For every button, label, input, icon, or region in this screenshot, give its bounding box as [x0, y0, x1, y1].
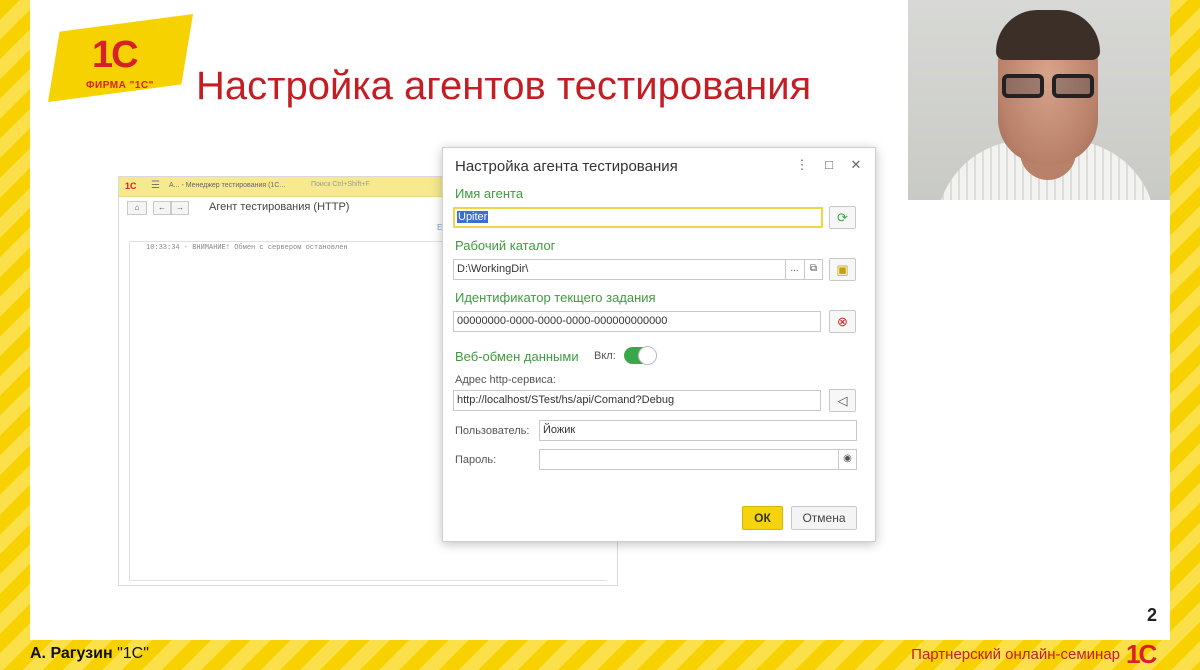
workdir-input[interactable]: D:\WorkingDir\ ... ⧉ [453, 259, 823, 280]
workdir-value: D:\WorkingDir\ [457, 263, 529, 275]
task-id-label: Идентификатор текщего задания [455, 290, 656, 305]
presenter-company: "1С" [117, 645, 149, 662]
logo-1c-text: 1С [92, 34, 139, 76]
logo-caption: ФИРМА "1С" [86, 80, 154, 91]
close-icon[interactable]: ✕ [848, 157, 864, 173]
toggle-label: Вкл: [594, 350, 616, 362]
refresh-button[interactable]: ⟳ [829, 206, 856, 229]
copy-icon[interactable]: ⧉ [804, 260, 822, 279]
dialog-title: Настройка агента тестирования [455, 158, 678, 175]
choose-button[interactable]: ... [785, 260, 803, 279]
send-icon: ◁ [837, 393, 848, 408]
presenter-name: А. Рагузин [30, 645, 113, 662]
http-address-input[interactable]: http://localhost/STest/hs/api/Comand?Deb… [453, 390, 821, 411]
eye-icon[interactable]: ◉ [838, 450, 856, 469]
forward-button[interactable]: → [171, 201, 189, 215]
task-id-input[interactable]: 00000000-0000-0000-0000-000000000000 [453, 311, 821, 332]
glasses-icon [1000, 74, 1098, 98]
page-number: 2 [1146, 605, 1157, 625]
cancel-button[interactable]: Отмена [791, 506, 857, 530]
folder-icon: ▣ [836, 262, 849, 277]
clear-task-button[interactable]: ⊗ [829, 310, 856, 333]
clear-icon: ⊗ [837, 314, 848, 329]
menu-icon[interactable]: ☰ [151, 180, 160, 191]
http-address-value: http://localhost/STest/hs/api/Comand?Deb… [457, 394, 675, 406]
firma-1c-logo: 1С ФИРМА "1С" [48, 14, 193, 102]
log-line: 10:33:34 - ВНИМАНИЕ! Обмен с сервером ос… [146, 244, 348, 252]
search-input[interactable]: Поиск Ctrl+Shift+F [311, 181, 370, 188]
http-address-label: Адрес http-сервиса: [455, 374, 556, 386]
toggle-knob [638, 346, 657, 365]
web-exchange-label: Веб-обмен данными [455, 349, 579, 364]
task-id-value: 00000000-0000-0000-0000-000000000000 [457, 315, 668, 327]
password-label: Пароль: [455, 454, 497, 466]
back-button[interactable]: ← [153, 201, 171, 215]
refresh-icon: ⟳ [837, 210, 848, 225]
ok-button[interactable]: ОК [742, 506, 783, 530]
app-logo-icon: 1С [125, 181, 137, 191]
open-folder-button[interactable]: ▣ [829, 258, 856, 281]
agent-settings-dialog: Настройка агента тестирования ⋮ □ ✕ Имя … [442, 147, 876, 542]
slide-title: Настройка агентов тестирования [196, 64, 812, 108]
user-input[interactable]: Йожик [539, 420, 857, 441]
user-value: Йожик [543, 424, 576, 436]
web-exchange-toggle[interactable] [624, 346, 657, 365]
workdir-label: Рабочий каталог [455, 238, 556, 253]
window-title: А... - Менеджер тестирования (1С... [169, 182, 286, 189]
maximize-icon[interactable]: □ [821, 157, 837, 172]
left-lens [1002, 74, 1044, 98]
user-label: Пользователь: [455, 425, 530, 437]
form-heading: Агент тестирования (HTTP) [209, 201, 350, 213]
password-input[interactable]: ◉ [539, 449, 857, 470]
footer-1c-logo: 1С [1126, 639, 1157, 669]
send-button[interactable]: ◁ [829, 389, 856, 412]
agent-name-value: Upiter [457, 211, 489, 223]
right-lens [1052, 74, 1094, 98]
webcam-video [908, 0, 1170, 200]
agent-name-label: Имя агента [455, 186, 524, 201]
event-caption: Партнерский онлайн-семинар [911, 646, 1120, 663]
presenter-hair [996, 10, 1100, 60]
agent-name-input[interactable]: Upiter [453, 207, 823, 228]
presenter-caption: А. Рагузин "1С" [30, 645, 149, 663]
home-button[interactable]: ⌂ [127, 201, 147, 215]
more-icon[interactable]: ⋮ [794, 157, 810, 173]
